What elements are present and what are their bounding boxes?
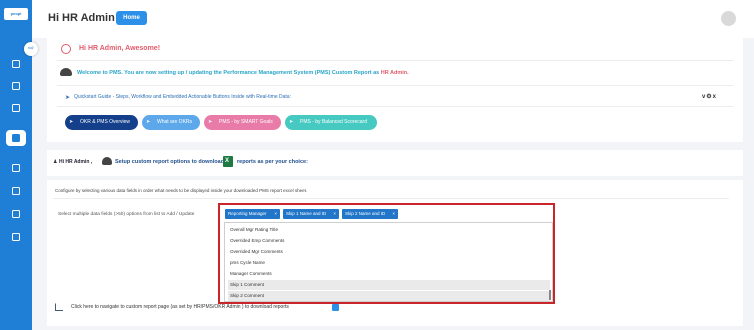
pms-balanced-scorecard-button[interactable]: ➤ PMS - by Balanced Scorecard [285, 115, 377, 130]
rocket-icon: ➤ [65, 95, 71, 101]
sidebar: peopl ⇨ [0, 0, 38, 330]
custom-report-nav-link[interactable]: Click here to navigate to custom report … [71, 304, 289, 310]
home-button[interactable]: Home [116, 11, 147, 25]
list-item[interactable]: Skip 2 Comment [228, 291, 550, 301]
excel-icon [223, 156, 233, 167]
sidebar-item-dashboard-icon[interactable] [10, 58, 22, 70]
greeting-text: Hi HR Admin, Awesome! [79, 45, 161, 52]
tag-reporting-manager[interactable]: Reporting Manager × [225, 209, 280, 219]
tag-skip2-name-id[interactable]: Skip 2 Name and ID × [342, 209, 398, 219]
intro-card: Hi HR Admin, Awesome! Welcome to PMS. Yo… [47, 38, 743, 142]
field-options-list[interactable]: Overall Mgr Rating Title Overrided Emp C… [224, 222, 553, 302]
app-root: peopl ⇨ Hi HR Admin Home Hi HR Admin, Aw… [0, 0, 754, 330]
target-icon [61, 44, 71, 54]
rocket-icon: ➤ [69, 119, 74, 125]
lamp-icon [102, 157, 112, 165]
list-item[interactable]: pms Cycle Name [228, 258, 550, 268]
select-fields-label: Select multiple data fields (>50) option… [58, 212, 195, 217]
setup-card: ♟ Hi HR Admin , Setup custom report opti… [47, 150, 743, 176]
list-item[interactable]: Overall Mgr Rating Title [228, 225, 550, 235]
list-item[interactable]: Skip 1 Comment [228, 280, 550, 290]
setup-greeting: Hi HR Admin , [59, 159, 93, 165]
rocket-icon: ➤ [289, 119, 294, 125]
list-item[interactable]: Manager Comments [228, 269, 550, 279]
what-are-okrs-button[interactable]: ➤ What are OKRs [142, 115, 200, 130]
remove-tag-icon[interactable]: × [274, 209, 277, 219]
setup-instruction: Setup custom report options to download [115, 159, 225, 165]
remove-tag-icon[interactable]: × [392, 209, 395, 219]
pms-smart-goals-button[interactable]: ➤ PMS - by SMART Goals [204, 115, 281, 130]
top-header: Hi HR Admin Home [32, 0, 754, 38]
rocket-icon: ➤ [146, 119, 151, 125]
user-icon: ♟ [53, 159, 58, 165]
tag-skip1-name-id[interactable]: Skip 1 Name and ID × [283, 209, 339, 219]
sidebar-item-report-icon[interactable] [6, 130, 26, 146]
scrollbar[interactable] [549, 290, 551, 300]
list-item[interactable]: Overrided Mgr Comments [228, 247, 550, 257]
sidebar-item-calendar-icon[interactable] [10, 80, 22, 92]
okr-pms-overview-button[interactable]: ➤ OKR & PMS Overview [65, 115, 138, 130]
welcome-text: Welcome to PMS. You are now setting up /… [77, 70, 380, 76]
configure-card: Configure by selecting various data fiel… [47, 180, 743, 326]
return-arrow-icon [55, 303, 63, 311]
welcome-role: HR Admin. [380, 70, 409, 76]
list-item[interactable]: Overrided Emp Comments [228, 236, 550, 246]
sidebar-item-file-icon[interactable] [10, 231, 22, 243]
multiselect-highlight: Reporting Manager × Skip 1 Name and ID × S… [218, 203, 555, 304]
configure-description: Configure by selecting various data fiel… [55, 188, 308, 193]
remove-tag-icon[interactable]: × [333, 209, 336, 219]
divider [57, 85, 733, 86]
page-title: Hi HR Admin [48, 12, 115, 24]
lamp-icon [60, 68, 72, 76]
sidebar-toggle-arrow-icon[interactable]: ⇨ [24, 42, 38, 56]
sidebar-item-users-icon[interactable] [10, 102, 22, 114]
divider [53, 198, 729, 199]
app-logo[interactable]: peopl [4, 8, 28, 20]
avatar[interactable] [721, 11, 736, 26]
sidebar-item-document-icon[interactable] [10, 162, 22, 174]
welcome-message: Welcome to PMS. You are now setting up /… [77, 70, 409, 76]
setup-instruction-suffix: reports as per your choice: [237, 159, 308, 165]
divider [57, 60, 733, 61]
divider [57, 106, 733, 107]
sidebar-item-link-icon[interactable] [10, 185, 22, 197]
quickstart-guide-label: Quickstart Guide - Steps, Workflow and E… [74, 94, 291, 100]
sidebar-item-list-icon[interactable] [10, 208, 22, 220]
rocket-icon: ➤ [208, 119, 213, 125]
quickstart-controls[interactable]: v⚙x [702, 93, 717, 100]
pointer-icon[interactable] [332, 304, 339, 311]
